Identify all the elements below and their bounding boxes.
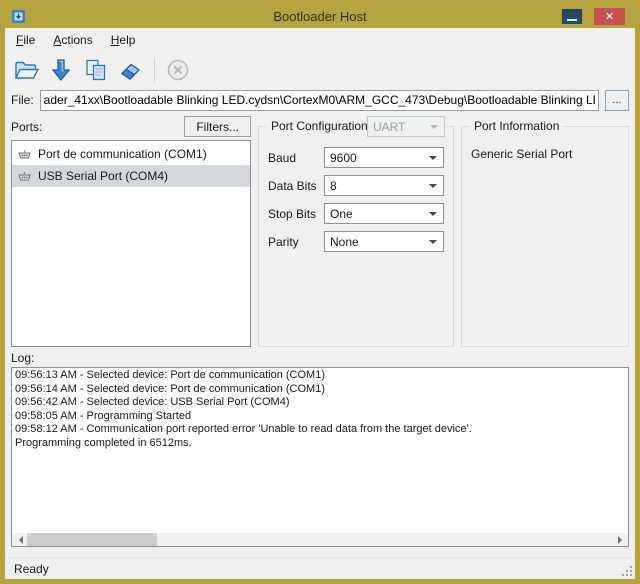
- ports-label: Ports:: [11, 120, 42, 134]
- file-label: File:: [11, 93, 34, 107]
- parity-label: Parity: [268, 235, 324, 249]
- serial-port-icon: [17, 170, 32, 183]
- data-bits-label: Data Bits: [268, 179, 324, 193]
- menu-file[interactable]: File: [7, 29, 44, 51]
- window-title: Bootloader Host: [5, 9, 635, 24]
- scrollbar-track[interactable]: [27, 533, 613, 546]
- log-panel: 09:56:13 AM - Selected device: Port de c…: [11, 367, 629, 547]
- erase-button[interactable]: [116, 55, 146, 85]
- menu-actions[interactable]: Actions: [44, 29, 101, 51]
- status-text: Ready: [14, 562, 49, 576]
- open-folder-icon: [13, 57, 39, 83]
- transport-dropdown: UART: [367, 116, 445, 137]
- file-row: File: ...: [5, 88, 635, 116]
- abort-button: [163, 55, 193, 85]
- port-configuration-title: Port Configuration: [267, 119, 372, 133]
- statusbar: Ready: [5, 557, 635, 579]
- scroll-right-arrow-icon[interactable]: [613, 533, 628, 546]
- scrollbar-thumb[interactable]: [27, 533, 157, 546]
- stop-bits-dropdown[interactable]: One: [324, 203, 444, 224]
- port-information-text: Generic Serial Port: [471, 147, 619, 161]
- stop-bits-label: Stop Bits: [268, 207, 324, 221]
- main-region: Ports: Filters... Port de communication …: [5, 116, 635, 347]
- browse-button[interactable]: ...: [605, 90, 629, 111]
- filters-button[interactable]: Filters...: [184, 116, 251, 137]
- log-line: 09:56:14 AM - Selected device: Port de c…: [15, 383, 625, 397]
- log-line: Programming completed in 6512ms.: [15, 437, 625, 451]
- stop-bits-value: One: [330, 207, 353, 221]
- bootloader-host-window: Bootloader Host File Actions Help: [0, 0, 640, 584]
- log-line: 09:58:05 AM - Programming Started: [15, 410, 625, 424]
- log-output[interactable]: 09:56:13 AM - Selected device: Port de c…: [12, 368, 628, 533]
- ports-list: Port de communication (COM1) USB Serial …: [11, 140, 251, 347]
- log-label: Log:: [5, 347, 635, 365]
- verify-documents-icon: [83, 57, 109, 83]
- data-bits-value: 8: [330, 179, 337, 193]
- port-list-item-com1[interactable]: Port de communication (COM1): [12, 143, 250, 165]
- parity-dropdown[interactable]: None: [324, 231, 444, 252]
- open-file-button[interactable]: [11, 55, 41, 85]
- titlebar: Bootloader Host: [5, 5, 635, 28]
- verify-button[interactable]: [81, 55, 111, 85]
- log-line: 09:56:13 AM - Selected device: Port de c…: [15, 369, 625, 383]
- app-icon: [11, 9, 26, 24]
- baud-label: Baud: [268, 151, 324, 165]
- abort-circle-x-icon: [166, 58, 190, 82]
- eraser-icon: [118, 57, 144, 83]
- resize-grip[interactable]: [621, 565, 634, 578]
- caption-buttons: [562, 8, 631, 25]
- transport-value: UART: [373, 120, 405, 134]
- port-information-title: Port Information: [470, 119, 563, 133]
- file-path-input[interactable]: [40, 90, 599, 111]
- menubar: File Actions Help: [5, 28, 635, 52]
- program-arrow-icon: [48, 57, 74, 83]
- log-line: 09:58:12 AM - Communication port reporte…: [15, 423, 625, 437]
- toolbar: [5, 52, 635, 88]
- scroll-left-arrow-icon[interactable]: [12, 533, 27, 546]
- port-item-label: USB Serial Port (COM4): [38, 169, 168, 183]
- baud-value: 9600: [330, 151, 357, 165]
- port-list-item-com4[interactable]: USB Serial Port (COM4): [12, 165, 250, 187]
- serial-port-icon: [17, 148, 32, 161]
- minimize-button[interactable]: [562, 9, 582, 24]
- baud-dropdown[interactable]: 9600: [324, 147, 444, 168]
- port-item-label: Port de communication (COM1): [38, 147, 207, 161]
- program-button[interactable]: [46, 55, 76, 85]
- data-bits-dropdown[interactable]: 8: [324, 175, 444, 196]
- menu-help[interactable]: Help: [102, 29, 145, 51]
- parity-value: None: [330, 235, 359, 249]
- log-line: 09:56:42 AM - Selected device: USB Seria…: [15, 396, 625, 410]
- toolbar-separator: [154, 58, 155, 82]
- port-configuration-group: Port Configuration UART Baud 9600 Data B…: [258, 126, 454, 347]
- log-horizontal-scrollbar: [12, 533, 628, 546]
- port-information-group: Port Information Generic Serial Port: [461, 126, 629, 347]
- ports-panel: Ports: Filters... Port de communication …: [11, 116, 251, 347]
- close-button[interactable]: [594, 8, 625, 25]
